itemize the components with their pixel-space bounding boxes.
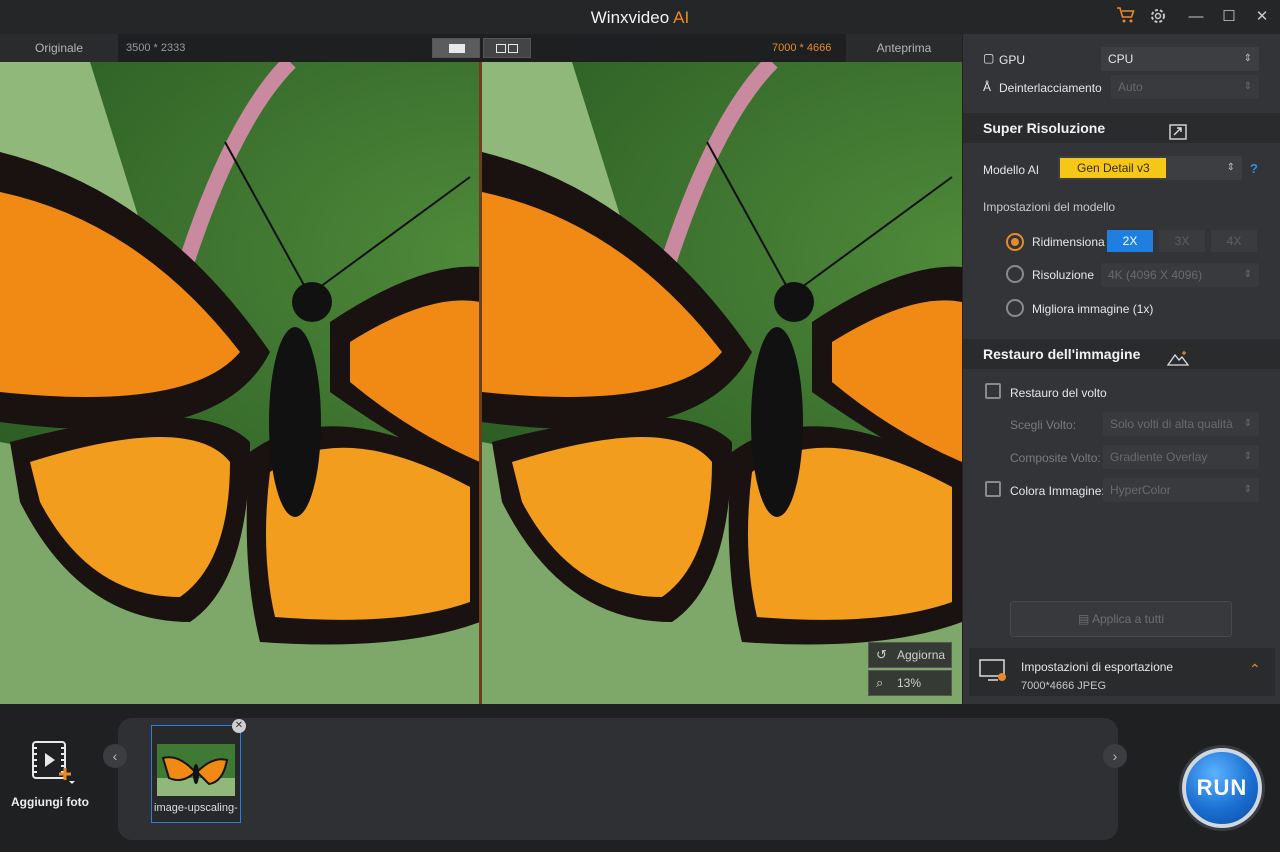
gpu-select-value: CPU — [1108, 52, 1134, 66]
add-photo-label: Aggiungi foto — [11, 795, 89, 809]
model-settings-label: Impostazioni del modello — [983, 200, 1116, 214]
resize-icon[interactable] — [1169, 120, 1187, 140]
bottom-bar: ‹ › Aggiungi foto ✕ image-upscaling- RUN — [0, 704, 1280, 852]
chevron-updown-icon: ⇕ — [1243, 81, 1252, 92]
deinterlace-label: Deinterlacciamento — [999, 81, 1102, 95]
gpu-icon: ▢ — [983, 51, 995, 65]
super-resolution-header: Super Risoluzione — [963, 113, 1280, 143]
image-restore-title: Restauro dell'immagine — [983, 346, 1141, 362]
add-photo-button[interactable]: Aggiungi foto — [8, 740, 92, 809]
zoom-icon: ⌕ — [876, 675, 884, 690]
scale-3x-button[interactable]: 3X — [1159, 230, 1205, 252]
composite-face-select-value: Gradiente Overlay — [1110, 450, 1208, 464]
image-restore-header: Restauro dell'immagine — [963, 339, 1280, 369]
gpu-label: GPU — [999, 53, 1026, 67]
resize-label: Ridimensiona — [1032, 235, 1105, 249]
resolution-select[interactable]: 4K (4096 X 4096) ⇕ — [1101, 263, 1259, 287]
original-image — [0, 62, 479, 704]
chevron-updown-icon: ⇕ — [1243, 451, 1252, 462]
run-area: RUN — [1150, 718, 1280, 852]
composite-face-select[interactable]: Gradiente Overlay ⇕ — [1103, 445, 1259, 469]
colorize-select[interactable]: HyperColor ⇕ — [1103, 478, 1259, 502]
export-settings[interactable]: Impostazioni di esportazione 7000*4666 J… — [969, 648, 1275, 696]
preview-area: ↺ Aggiorna ⌕ 13% — [0, 62, 962, 704]
thumbnail-item[interactable]: ✕ image-upscaling- — [151, 719, 246, 823]
settings-panel: ▢ GPU CPU ⇕ Å Deinterlacciamento Auto ⇕ Su… — [962, 34, 1280, 704]
choose-face-select-value: Solo volti di alta qualità — [1110, 417, 1233, 431]
thumbnail-caption: image-upscaling- — [154, 802, 238, 814]
close-icon[interactable]: ✕ — [1251, 6, 1273, 28]
deinterlace-icon: Å — [983, 80, 992, 94]
model-value-badge: Gen Detail v3 — [1060, 158, 1166, 178]
super-resolution-title: Super Risoluzione — [983, 120, 1106, 136]
title-bar: Winxvideo AI — ☐ ✕ — [0, 0, 1280, 34]
resolution-label: Risoluzione — [1032, 268, 1095, 282]
gear-icon[interactable] — [1147, 6, 1169, 28]
remove-thumbnail-icon[interactable]: ✕ — [232, 719, 246, 733]
deinterlace-select[interactable]: Auto ⇕ — [1111, 75, 1259, 99]
refresh-icon: ↺ — [876, 647, 887, 662]
app-title: Winxvideo AI — [0, 8, 1280, 28]
original-size: 3500 * 2333 — [126, 42, 186, 54]
model-label: Modello AI — [983, 163, 1040, 177]
choose-face-label: Scegli Volto: — [1010, 418, 1077, 432]
maximize-icon[interactable]: ☐ — [1218, 6, 1240, 28]
chevron-updown-icon: ⇕ — [1243, 418, 1252, 429]
colorize-select-value: HyperColor — [1110, 483, 1171, 497]
chevron-up-double-icon[interactable]: ⌃ — [1249, 661, 1261, 678]
zoom-button[interactable]: ⌕ 13% — [868, 670, 952, 696]
scale-4x-button[interactable]: 4X — [1211, 230, 1257, 252]
deinterlace-select-value: Auto — [1118, 80, 1143, 94]
preview-image — [482, 62, 962, 704]
composite-face-label: Composite Volto: — [1010, 451, 1101, 465]
chevron-updown-icon: ⇕ — [1226, 162, 1235, 173]
tab-preview[interactable]: Anteprima — [846, 34, 962, 62]
chevron-updown-icon: ⇕ — [1243, 53, 1252, 64]
preview-size: 7000 * 4666 — [772, 42, 832, 54]
zoom-label: 13% — [897, 676, 922, 690]
refresh-label: Aggiorna — [897, 648, 946, 662]
magic-mountain-icon[interactable] — [1166, 346, 1190, 366]
chevron-left-icon[interactable]: ‹ — [103, 744, 127, 768]
resolution-radio[interactable] — [1006, 265, 1024, 283]
apply-all-label: Applica a tutti — [1091, 612, 1165, 626]
gpu-select[interactable]: CPU ⇕ — [1101, 47, 1259, 71]
face-restore-label: Restauro del volto — [1010, 386, 1107, 400]
split-view-button[interactable] — [483, 38, 531, 58]
enhance-label: Migliora immagine (1x) — [1032, 302, 1154, 316]
chevron-right-icon[interactable]: › — [1103, 744, 1127, 768]
export-details: 7000*4666 JPEG — [1021, 680, 1107, 692]
preview-header: Originale 3500 * 2333 7000 * 4666 Antepr… — [0, 34, 962, 62]
app-window: Winxvideo AI — ☐ ✕ Originale 3500 * 2333 … — [0, 0, 1280, 852]
apply-all-button[interactable]: ▤ Applica a tutti — [1010, 601, 1232, 637]
app-title-ai: AI — [673, 8, 690, 27]
choose-face-select[interactable]: Solo volti di alta qualità ⇕ — [1103, 412, 1259, 436]
add-photo-icon — [32, 741, 75, 784]
refresh-button[interactable]: ↺ Aggiorna — [868, 642, 952, 668]
clipboard-icon: ▤ — [1077, 612, 1092, 626]
colorize-label: Colora Immagine: — [1010, 484, 1105, 498]
scale-2x-button[interactable]: 2X — [1107, 230, 1153, 252]
export-title: Impostazioni di esportazione — [1021, 660, 1174, 674]
run-button[interactable]: RUN — [1182, 748, 1262, 828]
tab-original[interactable]: Originale — [0, 34, 118, 62]
enhance-radio[interactable] — [1006, 299, 1024, 317]
chevron-updown-icon: ⇕ — [1243, 484, 1252, 495]
thumbnail-image — [157, 744, 235, 796]
thumbnail-track — [118, 718, 1118, 840]
app-title-text: Winxvideo — [590, 8, 670, 27]
help-icon[interactable]: ? — [1250, 161, 1258, 176]
resolution-select-value: 4K (4096 X 4096) — [1108, 268, 1203, 282]
colorize-checkbox[interactable] — [985, 481, 1001, 497]
chevron-updown-icon: ⇕ — [1243, 269, 1252, 280]
minimize-icon[interactable]: — — [1185, 6, 1207, 28]
face-restore-checkbox[interactable] — [985, 383, 1001, 399]
compare-divider[interactable] — [479, 62, 482, 704]
single-view-button[interactable] — [432, 38, 480, 58]
monitor-gear-icon — [979, 658, 1009, 689]
cart-icon[interactable] — [1115, 6, 1137, 28]
resize-radio[interactable] — [1006, 233, 1024, 251]
